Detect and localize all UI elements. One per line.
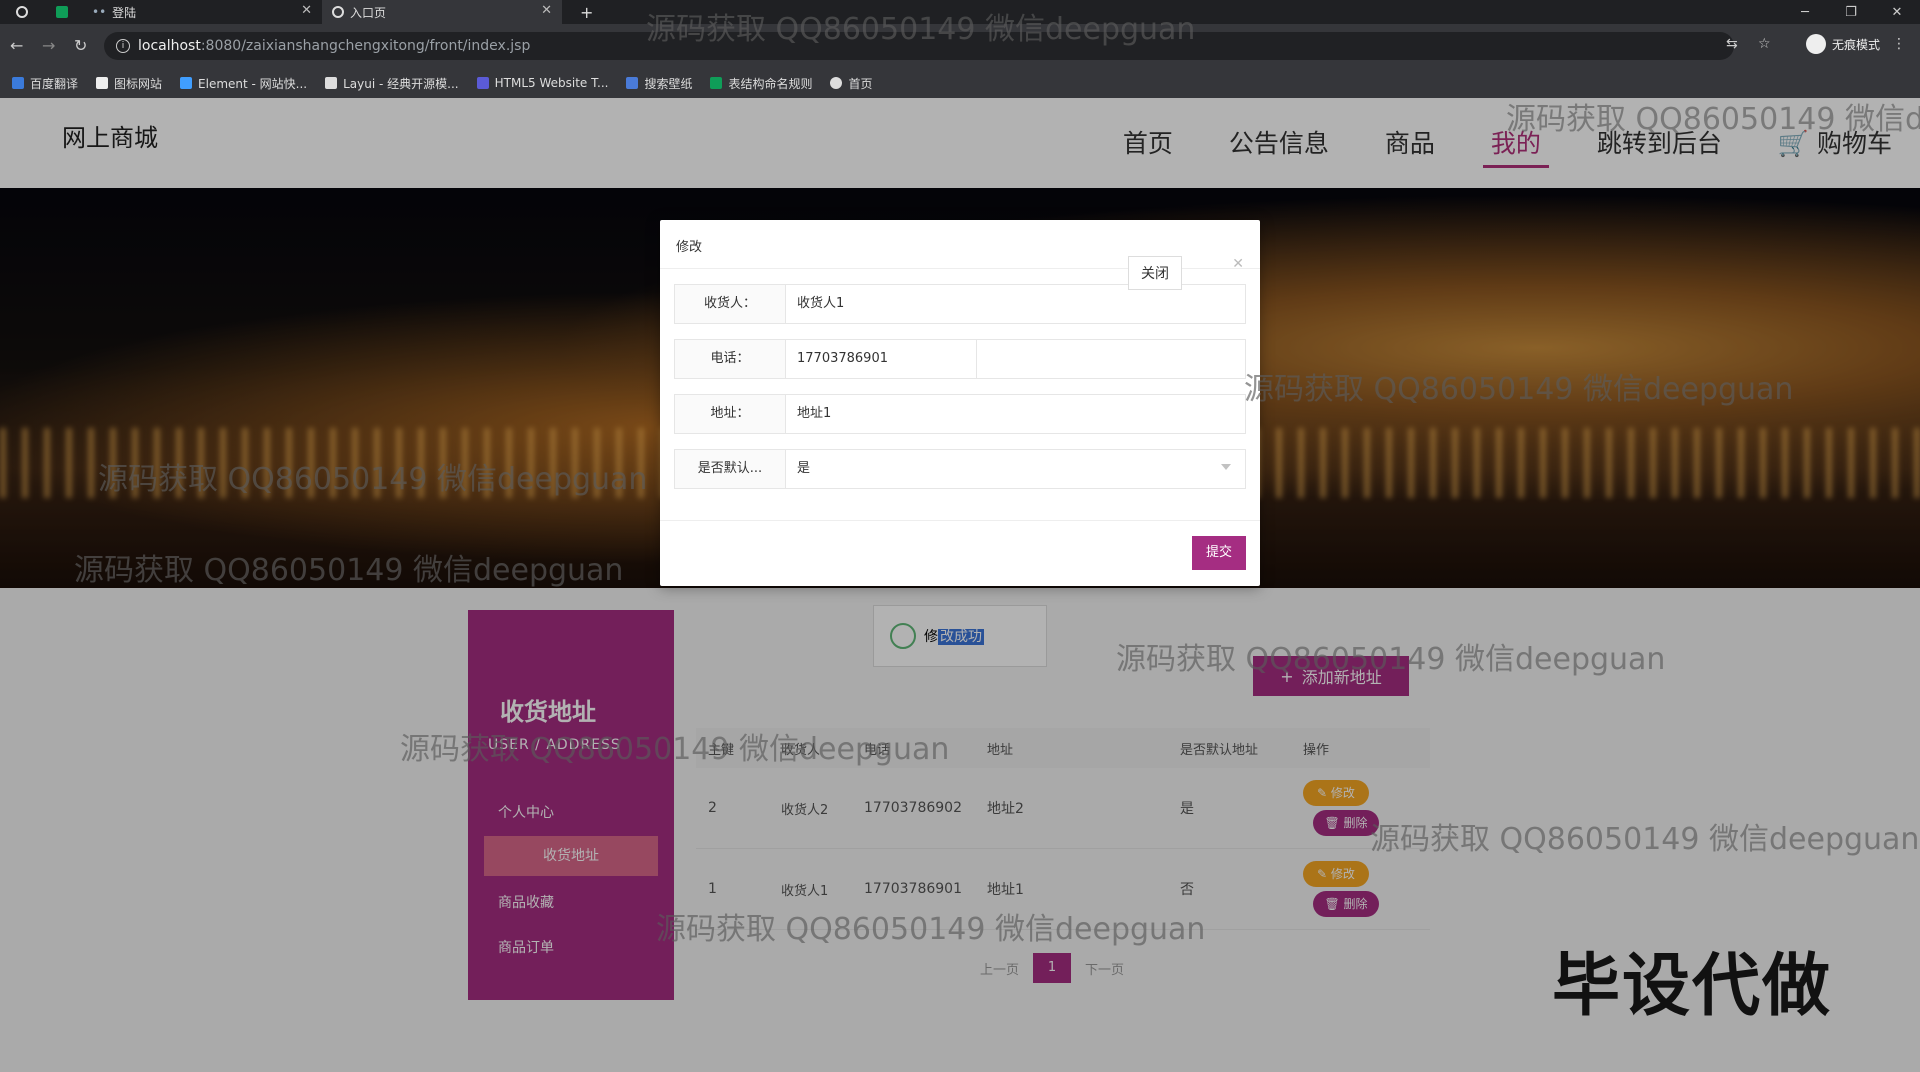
bookmark-item[interactable]: Layui - 经典开源模... — [325, 75, 459, 92]
wallpaper-icon — [626, 77, 639, 89]
close-window-icon[interactable]: ✕ — [1874, 5, 1920, 20]
bookmark-label: 表结构命名规则 — [728, 76, 813, 91]
dots-icon: •• — [92, 5, 107, 19]
address-bar-row: ← → ↻ i localhost:8080/zaixianshangcheng… — [0, 24, 1920, 68]
browser-tab-pinned-2[interactable] — [46, 0, 82, 24]
bookmark-item[interactable]: 搜索壁纸 — [626, 75, 692, 92]
bookmark-label: HTML5 Website T... — [494, 76, 609, 90]
dialog-footer-divider — [660, 520, 1260, 521]
star-icon[interactable]: ☆ — [1758, 36, 1771, 52]
overlay-caption: 毕设代做 — [1552, 947, 1833, 1026]
default-label: 是否默认... — [675, 450, 786, 488]
dialog-title: 修改 — [676, 240, 703, 255]
bookmark-item[interactable]: 图标网站 — [96, 75, 162, 92]
close-button[interactable]: 关闭 — [1128, 256, 1182, 290]
field-row-phone: 电话： 17703786901 — [674, 339, 1246, 379]
tab-label: 入口页 — [350, 5, 387, 20]
bookmark-item[interactable]: HTML5 Website T... — [476, 76, 609, 90]
close-icon[interactable]: ✕ — [1232, 256, 1244, 272]
window-controls: ─ ❐ ✕ — [1782, 0, 1920, 24]
bookmark-item[interactable]: Element - 网站快... — [180, 75, 307, 92]
bookmark-label: 搜索壁纸 — [644, 76, 693, 91]
bookmark-label: Element - 网站快... — [198, 76, 308, 91]
url-path: :8080/zaixianshangchengxitong/front/inde… — [200, 38, 531, 54]
reload-icon[interactable]: ↻ — [74, 36, 87, 55]
bookmark-label: 首页 — [848, 76, 873, 91]
receiver-input[interactable]: 收货人1 — [787, 285, 1245, 323]
field-row-default: 是否默认... 是 — [674, 449, 1246, 489]
close-icon[interactable]: ✕ — [301, 3, 312, 18]
bookmark-item[interactable]: 百度翻译 — [12, 75, 78, 92]
globe-icon — [332, 6, 344, 18]
bookmark-label: Layui - 经典开源模... — [343, 76, 459, 91]
submit-button[interactable]: 提交 — [1192, 536, 1246, 570]
url-field[interactable]: i localhost:8080/zaixianshangchengxitong… — [104, 32, 1734, 60]
default-select[interactable]: 是 — [787, 450, 1245, 488]
new-tab-button[interactable]: + — [570, 0, 600, 24]
receiver-label: 收货人： — [675, 285, 786, 323]
globe-icon — [830, 77, 843, 89]
address-label: 地址： — [675, 395, 786, 433]
flag-icon — [96, 77, 109, 89]
translate-bookmark-icon — [12, 77, 24, 89]
forward-icon[interactable]: → — [42, 36, 55, 55]
bookmark-label: 百度翻译 — [30, 76, 79, 91]
chevron-down-icon[interactable] — [1221, 464, 1231, 470]
restore-icon[interactable]: ❐ — [1828, 5, 1874, 20]
minimize-icon[interactable]: ─ — [1782, 5, 1828, 20]
bookmark-item[interactable]: 首页 — [830, 75, 873, 92]
sheet-icon — [56, 6, 68, 18]
tab-label: 登陆 — [112, 5, 137, 20]
incognito-label: 无痕模式 — [1831, 37, 1880, 52]
menu-dots-icon[interactable]: ⋮ — [1892, 36, 1906, 52]
address-input[interactable]: 地址1 — [787, 395, 1245, 433]
incognito-badge[interactable]: 无痕模式 — [1805, 34, 1880, 54]
phone-label: 电话： — [675, 340, 786, 378]
bookmark-label: 图标网站 — [114, 76, 163, 91]
layui-icon — [325, 77, 338, 89]
browser-tab-login[interactable]: •• 登陆 ✕ — [82, 0, 322, 24]
close-icon[interactable]: ✕ — [541, 3, 552, 18]
browser-tab-entry[interactable]: 入口页 ✕ — [322, 0, 562, 24]
browser-tab-pinned[interactable] — [6, 0, 46, 24]
element-icon — [180, 77, 193, 89]
browser-tab-bar: •• 登陆 ✕ 入口页 ✕ + ─ ❐ ✕ — [0, 0, 1920, 24]
info-icon[interactable]: i — [116, 39, 130, 53]
translate-icon[interactable]: ⇆ — [1726, 36, 1738, 52]
edit-address-dialog: 修改 ✕ 收货人： 收货人1 电话： 17703786901 地址： 地址1 是… — [660, 220, 1260, 586]
globe-icon — [16, 6, 28, 18]
sheet-icon — [710, 77, 723, 89]
bookmarks-bar: 百度翻译 图标网站 Element - 网站快... Layui - 经典开源模… — [0, 68, 1920, 99]
phone-input[interactable]: 17703786901 — [787, 340, 977, 378]
html5-icon — [476, 77, 489, 89]
bookmark-item[interactable]: 表结构命名规则 — [710, 75, 812, 92]
incognito-icon — [1805, 34, 1826, 54]
url-host: localhost — [138, 38, 201, 54]
back-icon[interactable]: ← — [10, 36, 23, 55]
field-row-address: 地址： 地址1 — [674, 394, 1246, 434]
